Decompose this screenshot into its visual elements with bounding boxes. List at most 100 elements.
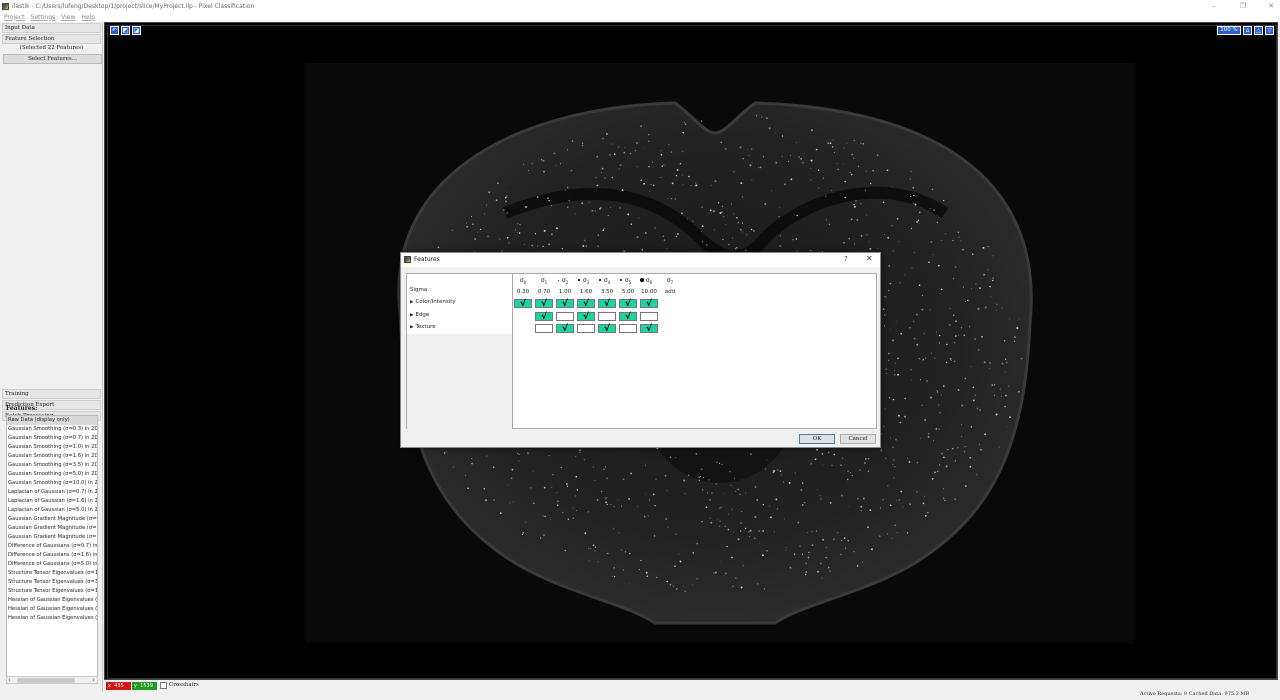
feature-checkbox[interactable]: √ bbox=[577, 312, 595, 322]
list-item[interactable]: Structure Tensor Eigenvalues (σ=1.0) bbox=[7, 569, 97, 578]
feature-checkbox[interactable]: √ bbox=[619, 312, 637, 322]
list-item[interactable]: Structure Tensor Eigenvalues (σ=10.0) bbox=[7, 587, 97, 596]
menu-help[interactable]: Help bbox=[81, 14, 95, 21]
cell-speckle bbox=[963, 334, 965, 337]
cell-speckle bbox=[817, 169, 820, 172]
list-item[interactable]: Laplacian of Gaussian (σ=0.7) in 2D bbox=[7, 488, 97, 497]
minimize-button[interactable]: – bbox=[1208, 1, 1220, 11]
cell-speckle bbox=[960, 240, 962, 242]
cell-speckle bbox=[702, 477, 704, 479]
feature-checkbox[interactable]: √ bbox=[640, 324, 658, 334]
tree-row-texture[interactable]: ▶ Texture bbox=[410, 324, 436, 330]
expand-triangle-icon[interactable]: ▶ bbox=[410, 313, 413, 318]
cancel-button[interactable]: Cancel bbox=[840, 434, 876, 444]
cell-speckle bbox=[638, 569, 641, 571]
zoom-level[interactable]: 100 % bbox=[1217, 26, 1241, 35]
cell-speckle bbox=[662, 235, 665, 237]
cell-speckle bbox=[723, 493, 725, 495]
feature-checkbox[interactable]: √ bbox=[535, 312, 553, 322]
list-item[interactable]: Difference of Gaussians (σ=5.0) in 2D bbox=[7, 560, 97, 569]
tree-row-color-intensity[interactable]: ▶ Color/Intensity bbox=[410, 299, 456, 305]
feature-checkbox[interactable]: √ bbox=[556, 299, 574, 309]
expand-triangle-icon[interactable]: ▶ bbox=[410, 300, 413, 305]
applet-training[interactable]: Training bbox=[2, 389, 101, 399]
cell-speckle bbox=[556, 492, 558, 494]
list-item[interactable]: Hessian of Gaussian Eigenvalues (σ=10.0) bbox=[7, 614, 97, 623]
list-item[interactable]: Structure Tensor Eigenvalues (σ=3.5) bbox=[7, 578, 97, 587]
list-item[interactable]: Gaussian Smoothing (σ=5.0) in 2D bbox=[7, 470, 97, 479]
list-item[interactable]: Gaussian Smoothing (σ=3.5) in 2D bbox=[7, 461, 97, 470]
feature-checkbox[interactable]: √ bbox=[640, 299, 658, 309]
scroll-left-icon[interactable]: ‹ bbox=[8, 676, 11, 684]
menu-view[interactable]: View bbox=[61, 14, 75, 21]
crosshairs-checkbox[interactable] bbox=[160, 682, 167, 689]
applet-feature-selection[interactable]: Feature Selection bbox=[2, 34, 101, 44]
list-item[interactable]: Difference of Gaussians (σ=0.7) in 2D bbox=[7, 542, 97, 551]
cell-speckle bbox=[682, 184, 684, 186]
cell-speckle bbox=[851, 153, 854, 156]
feature-checkbox[interactable] bbox=[535, 324, 553, 333]
select-features-button[interactable]: Select Features... bbox=[3, 54, 102, 64]
cell-speckle bbox=[517, 223, 519, 225]
feature-checkbox[interactable] bbox=[640, 312, 658, 321]
feature-checkbox[interactable]: √ bbox=[514, 299, 532, 309]
home-icon[interactable]: ⌂ bbox=[1243, 26, 1252, 35]
layer-list[interactable]: Raw Data (display only) Gaussian Smoothi… bbox=[6, 415, 98, 677]
menu-settings[interactable]: Settings bbox=[31, 14, 56, 21]
list-item[interactable]: Hessian of Gaussian Eigenvalues (σ=3.5) bbox=[7, 605, 97, 614]
cell-speckle bbox=[781, 474, 783, 476]
feature-checkbox[interactable]: √ bbox=[598, 299, 616, 309]
feature-checkbox[interactable] bbox=[598, 312, 616, 321]
list-item[interactable]: Gaussian Gradient Magnitude (σ=0.7) bbox=[7, 515, 97, 524]
feature-checkbox[interactable]: √ bbox=[535, 299, 553, 309]
fit-view-icon[interactable]: ◪ bbox=[132, 26, 141, 35]
feature-checkbox[interactable]: √ bbox=[556, 324, 574, 334]
expand-triangle-icon[interactable]: ▶ bbox=[410, 325, 413, 330]
list-item[interactable]: Gaussian Gradient Magnitude (σ=5.0) bbox=[7, 533, 97, 542]
list-item[interactable]: Hessian of Gaussian Eigenvalues (σ=1.0) bbox=[7, 596, 97, 605]
undo-view-icon[interactable]: ↶ bbox=[110, 26, 119, 35]
cell-speckle bbox=[940, 394, 942, 396]
slice-up-icon[interactable]: △ bbox=[1254, 26, 1263, 35]
feature-checkbox[interactable] bbox=[619, 324, 637, 333]
scrollbar-thumb[interactable] bbox=[17, 678, 75, 683]
feature-checkbox[interactable]: √ bbox=[577, 299, 595, 309]
maximize-button[interactable]: ❐ bbox=[1237, 1, 1249, 11]
cell-speckle bbox=[570, 169, 573, 172]
feature-checkbox[interactable] bbox=[577, 324, 595, 333]
list-item[interactable]: Gaussian Smoothing (σ=1.6) in 2D bbox=[7, 452, 97, 461]
layer-list-scrollbar[interactable]: ‹ › bbox=[6, 676, 98, 684]
list-item[interactable]: Laplacian of Gaussian (σ=1.6) in 2D bbox=[7, 497, 97, 506]
feature-checkbox[interactable]: √ bbox=[598, 324, 616, 334]
list-item[interactable]: Gaussian Smoothing (σ=10.0) in 2D bbox=[7, 479, 97, 488]
slice-down-icon[interactable]: ▽ bbox=[1265, 26, 1274, 35]
close-icon[interactable]: ✕ bbox=[866, 254, 873, 263]
feature-checkbox[interactable] bbox=[556, 312, 574, 321]
cell-speckle bbox=[725, 148, 727, 150]
cell-speckle bbox=[674, 457, 676, 458]
list-item[interactable]: Laplacian of Gaussian (σ=5.0) in 2D bbox=[7, 506, 97, 515]
cell-speckle bbox=[755, 115, 758, 117]
help-icon[interactable]: ? bbox=[844, 255, 848, 263]
cell-speckle bbox=[605, 466, 607, 468]
layout-view-icon[interactable]: ◩ bbox=[121, 26, 130, 35]
ok-button[interactable]: OK bbox=[799, 434, 835, 444]
list-item[interactable]: Gaussian Gradient Magnitude (σ=1.6) bbox=[7, 524, 97, 533]
feature-checkbox[interactable]: √ bbox=[619, 299, 637, 309]
scroll-right-icon[interactable]: › bbox=[92, 676, 95, 684]
tree-row-edge[interactable]: ▶ Edge bbox=[410, 312, 429, 318]
add-sigma-button[interactable]: add bbox=[660, 289, 680, 295]
cell-speckle bbox=[561, 247, 564, 250]
menu-project[interactable]: Project bbox=[4, 14, 25, 21]
cell-speckle bbox=[919, 211, 921, 214]
cell-speckle bbox=[953, 314, 955, 316]
window-close-button[interactable]: ✕ bbox=[1265, 1, 1277, 11]
applet-input-data[interactable]: Input Data bbox=[2, 23, 101, 33]
cell-speckle bbox=[816, 249, 818, 251]
list-item[interactable]: Gaussian Smoothing (σ=0.3) in 2D bbox=[7, 425, 97, 434]
cell-speckle bbox=[582, 142, 584, 144]
list-item[interactable]: Difference of Gaussians (σ=1.6) in 2D bbox=[7, 551, 97, 560]
list-item[interactable]: Raw Data (display only) bbox=[7, 416, 97, 425]
list-item[interactable]: Gaussian Smoothing (σ=0.7) in 2D bbox=[7, 434, 97, 443]
list-item[interactable]: Gaussian Smoothing (σ=1.0) in 2D bbox=[7, 443, 97, 452]
